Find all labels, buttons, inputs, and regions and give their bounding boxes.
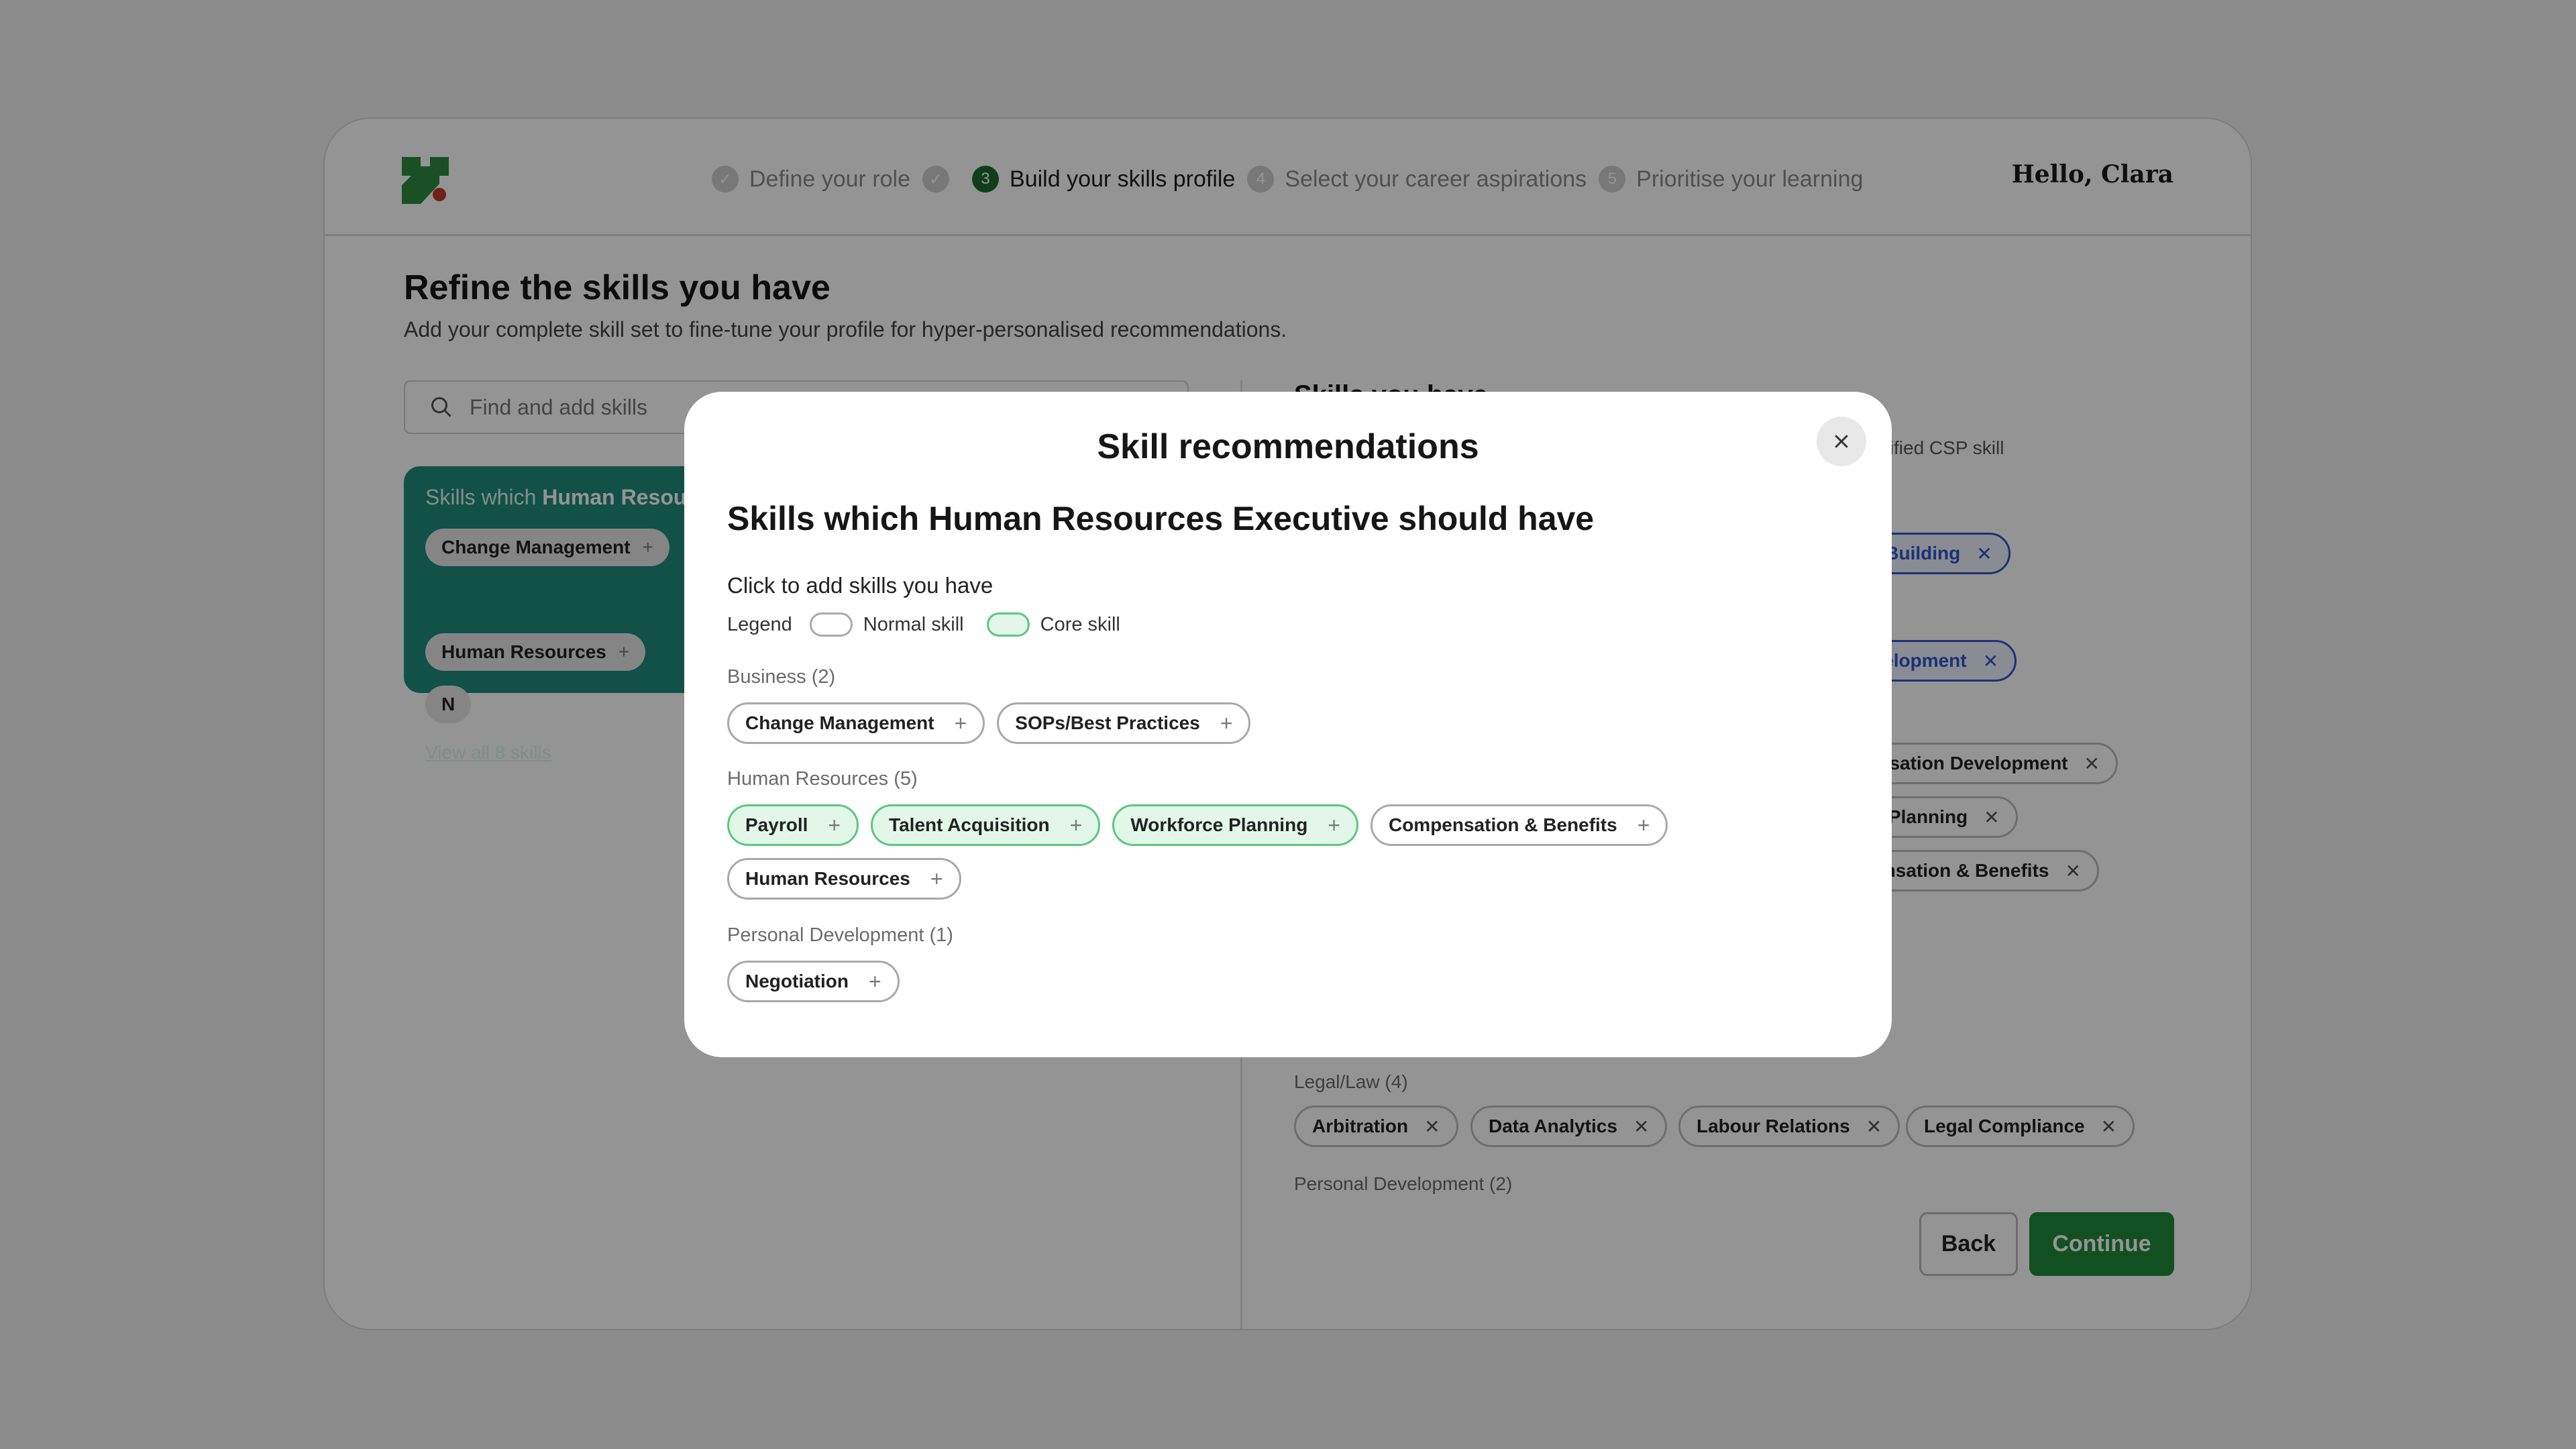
skill-chip-core[interactable]: Talent Acquisition + [871, 804, 1101, 846]
plus-icon: + [930, 866, 943, 891]
skill-chip[interactable]: Negotiation + [727, 961, 900, 1002]
close-button[interactable] [1817, 417, 1866, 466]
legend-core-label: Core skill [1040, 613, 1120, 635]
skill-recommendations-modal: Skill recommendations Skills which Human… [684, 392, 1892, 1057]
plus-icon: + [954, 710, 967, 735]
chip-label: Workforce Planning [1130, 814, 1308, 835]
close-icon [1835, 435, 1848, 448]
legend-normal-swatch [809, 612, 853, 637]
chip-label: Payroll [745, 814, 808, 835]
chip-label: Talent Acquisition [889, 814, 1050, 835]
modal-heading: Skills which Human Resources Executive s… [727, 500, 1595, 537]
skill-chip[interactable]: SOPs/Best Practices + [997, 702, 1251, 744]
legend: Legend Normal skill Core skill [727, 612, 1120, 637]
legend-normal-label: Normal skill [863, 613, 964, 635]
skill-chip[interactable]: Human Resources + [727, 858, 961, 900]
skill-chip[interactable]: Compensation & Benefits + [1370, 804, 1668, 846]
group-label-business: Business (2) [727, 666, 836, 688]
chip-label: SOPs/Best Practices [1015, 712, 1200, 733]
skill-chip[interactable]: Change Management + [727, 702, 985, 744]
chip-label: Compensation & Benefits [1388, 814, 1617, 835]
group-label-personal-development: Personal Development (1) [727, 924, 953, 946]
modal-title: Skill recommendations [1097, 427, 1479, 466]
plus-icon: + [1220, 710, 1233, 735]
modal-instruction: Click to add skills you have [727, 573, 994, 598]
group-label-hr: Human Resources (5) [727, 768, 918, 790]
plus-icon: + [1328, 812, 1340, 837]
chip-label: Negotiation [745, 971, 849, 991]
plus-icon: + [1069, 812, 1083, 837]
skill-chip-core[interactable]: Workforce Planning + [1112, 804, 1358, 846]
chip-row-personal: Negotiation + [727, 961, 912, 1002]
chip-row-hr-1: Payroll + Talent Acquisition + Workforce P… [727, 804, 1680, 846]
legend-core-swatch [986, 612, 1030, 637]
chip-label: Change Management [745, 712, 934, 733]
chip-row-business: Change Management + SOPs/Best Practices + [727, 702, 1263, 744]
skill-chip-core[interactable]: Payroll + [727, 804, 859, 846]
chip-label: Human Resources [745, 868, 910, 889]
plus-icon: + [869, 969, 881, 994]
plus-icon: + [828, 812, 841, 837]
legend-label: Legend [727, 613, 792, 635]
chip-row-hr-2: Human Resources + [727, 858, 973, 900]
plus-icon: + [1637, 812, 1650, 837]
